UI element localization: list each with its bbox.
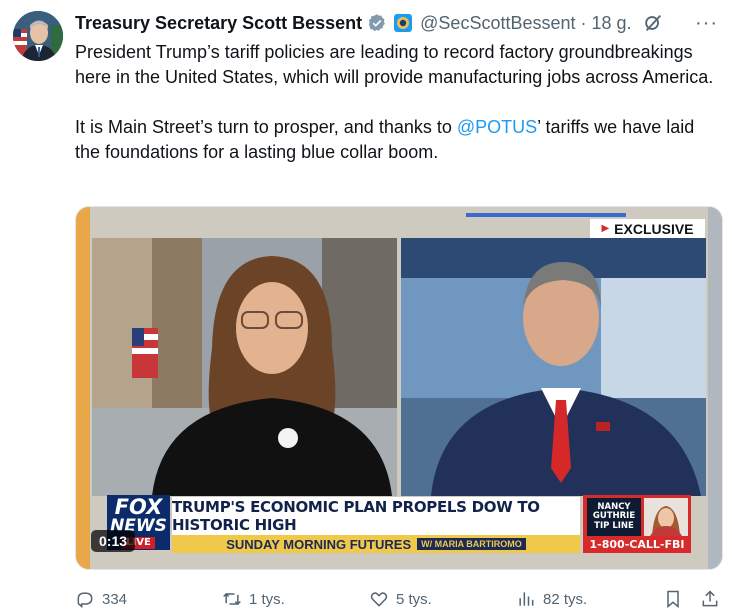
- verified-badge-icon: [367, 13, 387, 33]
- network-logo-line-1: FOX: [114, 494, 163, 519]
- reply-count: 334: [102, 590, 128, 608]
- tipline-portrait: [644, 498, 688, 536]
- exclusive-label: EXCLUSIVE: [614, 220, 694, 237]
- video-duration: 0:13: [91, 530, 136, 552]
- tipline-label: NANCY GUTHRIE TIP LINE: [587, 498, 641, 536]
- chyron-show-bar: SUNDAY MORNING FUTURES W/ MARIA BARTIROM…: [172, 535, 580, 553]
- tipline-box: NANCY GUTHRIE TIP LINE 1-800-CALL-FBI: [583, 495, 691, 553]
- tweet-text: President Trump’s tariff policies are le…: [75, 40, 715, 190]
- timestamp[interactable]: 18 g.: [592, 13, 632, 34]
- like-count: 5 tys.: [396, 590, 432, 608]
- like-button[interactable]: 5 tys.: [369, 586, 432, 612]
- tweet-header: Treasury Secretary Scott Bessent @SecSco…: [75, 10, 722, 36]
- studio-scene-right: [401, 238, 706, 496]
- tweet-actions: 334 1 tys. 5 tys. 82 tys.: [75, 586, 721, 612]
- grok-icon[interactable]: [642, 12, 664, 34]
- share-button[interactable]: [700, 586, 720, 612]
- video-panel-right: [401, 238, 706, 496]
- heart-icon: [370, 592, 388, 607]
- video-player[interactable]: ▶ EXCLUSIVE FOX NEWS LIVE TRUMP'S ECONOM…: [75, 206, 723, 570]
- tweet-paragraph-2-start: It is Main Street’s turn to prosper, and…: [75, 117, 457, 137]
- repost-button[interactable]: 1 tys.: [222, 586, 285, 612]
- tipline-phone: 1-800-CALL-FBI: [589, 538, 685, 551]
- play-triangle-icon: ▶: [601, 223, 610, 234]
- repost-count: 1 tys.: [249, 590, 285, 608]
- studio-scene-left: [92, 238, 397, 496]
- reply-button[interactable]: 334: [75, 586, 127, 612]
- separator-dot: ·: [580, 12, 587, 33]
- more-options-icon[interactable]: ···: [695, 12, 718, 35]
- avatar[interactable]: [13, 11, 63, 61]
- host-label: W/ MARIA BARTIROMO: [417, 538, 526, 550]
- author-handle[interactable]: @SecScottBessent: [420, 13, 575, 34]
- share-icon: [702, 590, 718, 607]
- show-title: SUNDAY MORNING FUTURES: [226, 536, 412, 552]
- avatar-image: [13, 11, 63, 61]
- tweet-paragraph-1: President Trump’s tariff policies are le…: [75, 42, 714, 87]
- bookmark-icon: [667, 590, 679, 609]
- chyron-headline: TRUMP'S ECONOMIC PLAN PROPELS DOW TO HIS…: [172, 497, 580, 535]
- repost-icon: [223, 592, 241, 606]
- tipline-name-3: TIP LINE: [594, 520, 634, 531]
- mention-link[interactable]: @POTUS: [457, 117, 537, 137]
- bookmark-button[interactable]: [663, 586, 683, 612]
- views-chart-icon: [519, 592, 534, 606]
- author-name[interactable]: Treasury Secretary Scott Bessent: [75, 13, 362, 34]
- video-panel-left: [92, 238, 397, 496]
- tweet-paragraph-2: It is Main Street’s turn to prosper, and…: [75, 115, 715, 165]
- reply-icon: [77, 592, 93, 609]
- views-count: 82 tys.: [543, 590, 588, 608]
- views-button[interactable]: 82 tys.: [516, 586, 587, 612]
- exclusive-badge: ▶ EXCLUSIVE: [590, 219, 705, 238]
- government-seal-icon: [394, 14, 413, 32]
